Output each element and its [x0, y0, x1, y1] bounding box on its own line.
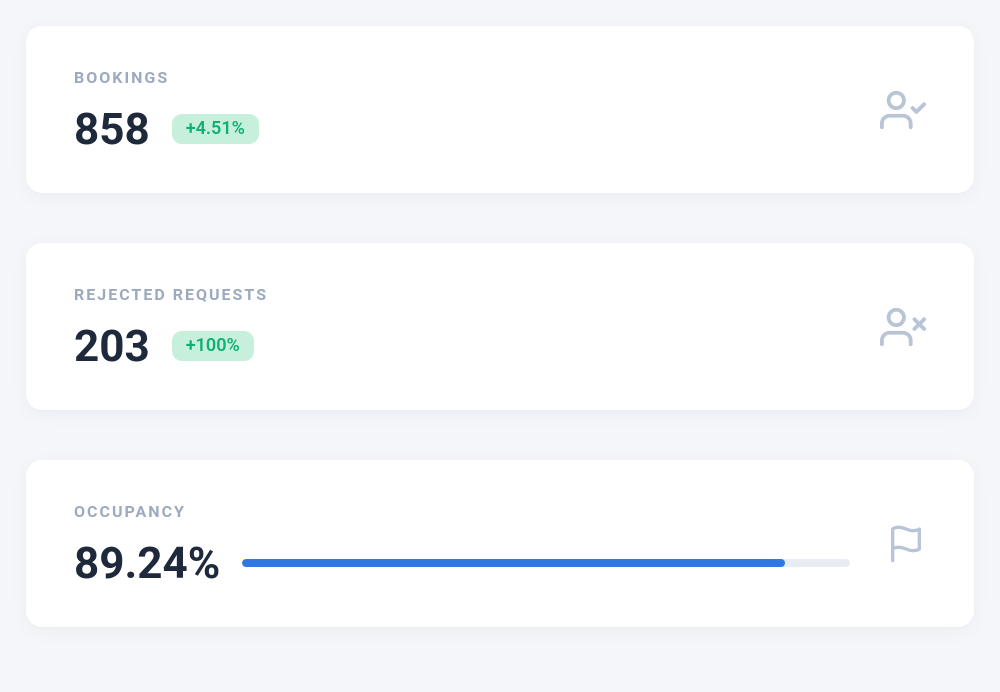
occupancy-progress-fill [242, 559, 784, 567]
user-x-icon [880, 304, 926, 350]
rejected-label: REJECTED REQUESTS [74, 285, 268, 304]
rejected-value-row: 203 +100% [74, 324, 268, 368]
bookings-label: BOOKINGS [74, 68, 259, 87]
bookings-value-row: 858 +4.51% [74, 107, 259, 151]
user-check-icon [880, 87, 926, 133]
card-bookings: BOOKINGS 858 +4.51% [26, 26, 974, 193]
occupancy-value-row: 89.24% [74, 541, 850, 585]
card-bookings-content: BOOKINGS 858 +4.51% [74, 68, 259, 151]
occupancy-label: OCCUPANCY [74, 502, 850, 521]
card-rejected-content: REJECTED REQUESTS 203 +100% [74, 285, 268, 368]
rejected-value: 203 [74, 324, 150, 368]
occupancy-value: 89.24% [74, 541, 220, 585]
occupancy-progress [242, 559, 850, 567]
rejected-delta-badge: +100% [172, 331, 254, 361]
flag-icon [886, 524, 926, 564]
card-occupancy-content: OCCUPANCY 89.24% [74, 502, 850, 585]
bookings-value: 858 [74, 107, 150, 151]
card-rejected: REJECTED REQUESTS 203 +100% [26, 243, 974, 410]
card-occupancy: OCCUPANCY 89.24% [26, 460, 974, 627]
bookings-delta-badge: +4.51% [172, 114, 259, 144]
